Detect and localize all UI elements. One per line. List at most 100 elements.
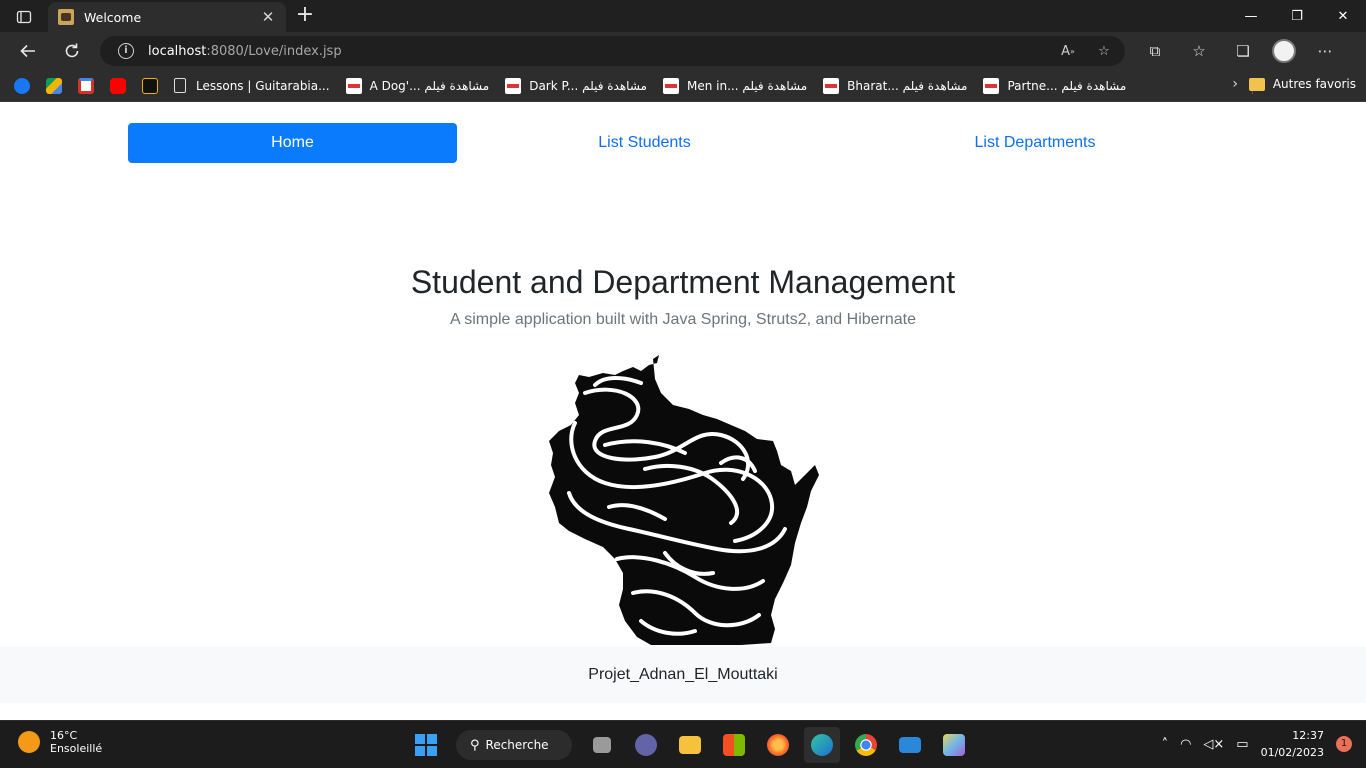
new-tab-button[interactable]: +: [292, 4, 318, 28]
refresh-icon: [65, 43, 79, 58]
start-button[interactable]: [408, 727, 444, 763]
back-arrow-icon: [20, 44, 35, 58]
folder-icon: [1248, 77, 1265, 91]
bookmarks-bar: Lessons | Guitarabia... A Dog'... مشاهدة…: [0, 70, 1366, 102]
wifi-icon[interactable]: ◠: [1180, 737, 1191, 752]
page-content: Home List Students List Departments Stud…: [0, 103, 1366, 720]
site-favicon-icon: [823, 77, 840, 94]
windows-taskbar: 16°C Ensoleillé ⚲ Recherche ˄ ◠ ◁× ▭ 12:…: [0, 720, 1366, 768]
mail-icon: [899, 737, 921, 753]
nav-list-students-link[interactable]: List Students: [457, 123, 832, 163]
google-drive-icon[interactable]: [46, 77, 62, 94]
bookmark-label: A Dog'... مشاهدة فيلم: [369, 78, 490, 93]
chat-icon: [635, 734, 657, 756]
browser-tab-bar: Welcome ✕ + — ❐ ✕: [0, 0, 1366, 32]
minimize-button[interactable]: —: [1228, 0, 1274, 32]
chrome-icon: [855, 734, 877, 756]
edge-button[interactable]: [804, 727, 840, 763]
bookmark-label: Dark P... مشاهدة فيلم: [529, 78, 647, 93]
site-favicon-icon: [505, 77, 522, 94]
clock-date: 01/02/2023: [1260, 746, 1324, 759]
read-aloud-icon[interactable]: A»: [1057, 40, 1079, 62]
page-subtitle: A simple application built with Java Spr…: [449, 311, 917, 328]
folder-icon: [679, 736, 701, 754]
app-cube-button[interactable]: [936, 727, 972, 763]
wisconsin-map-image: [545, 353, 825, 647]
weather-condition: Ensoleillé: [50, 742, 103, 755]
bookmark-item[interactable]: Men in... مشاهدة فيلم: [662, 77, 808, 94]
bookmark-item[interactable]: Lessons | Guitarabia...: [174, 78, 330, 93]
page-icon: [174, 78, 186, 93]
firefox-button[interactable]: [760, 727, 796, 763]
weather-temperature: 16°C: [50, 729, 78, 742]
gmail-icon[interactable]: [78, 77, 94, 94]
add-favorite-icon[interactable]: ☆: [1093, 40, 1115, 62]
chevron-up-icon[interactable]: ˄: [1162, 737, 1169, 752]
refresh-button[interactable]: [56, 36, 88, 66]
extensions-icon[interactable]: ⧉: [1140, 36, 1170, 66]
bookmark-item[interactable]: Partne... مشاهدة فيلم: [983, 77, 1127, 94]
clock-time: 12:37: [1292, 729, 1324, 742]
site-info-icon[interactable]: i: [118, 43, 134, 59]
cube-icon: [943, 734, 965, 756]
page-title: Student and Department Management: [410, 264, 956, 300]
site-favicon-icon: [983, 77, 1000, 94]
task-view-icon: [593, 737, 611, 753]
file-explorer-button[interactable]: [672, 727, 708, 763]
browser-tab[interactable]: Welcome ✕: [48, 2, 286, 32]
bookmark-item[interactable]: A Dog'... مشاهدة فيلم: [345, 77, 490, 94]
back-button[interactable]: [12, 36, 44, 66]
other-bookmarks-folder[interactable]: Autres favoris: [1248, 77, 1356, 91]
search-label: Recherche: [485, 738, 549, 752]
taskbar-apps: ⚲ Recherche: [408, 727, 972, 763]
store-icon: [723, 734, 745, 756]
sun-icon: [18, 731, 40, 753]
nav-home-link[interactable]: Home: [128, 123, 457, 163]
tab-actions-button[interactable]: [10, 6, 38, 28]
address-bar[interactable]: i localhost:8080/Love/index.jsp A» ☆: [100, 36, 1125, 66]
url-path: :8080/Love/index.jsp: [206, 43, 342, 59]
taskbar-search[interactable]: ⚲ Recherche: [456, 730, 572, 760]
mail-button[interactable]: [892, 727, 928, 763]
bookmark-label: Lessons | Guitarabia...: [196, 78, 330, 93]
page-footer: Projet_Adnan_El_Mouttaki: [0, 647, 1366, 703]
weather-widget[interactable]: 16°C Ensoleillé: [18, 729, 102, 755]
firefox-icon: [767, 734, 789, 756]
edge-icon: [811, 734, 833, 756]
chevron-right-icon[interactable]: ›: [1232, 76, 1238, 92]
close-window-button[interactable]: ✕: [1320, 0, 1366, 32]
youtube-icon[interactable]: [110, 77, 126, 94]
profile-avatar[interactable]: [1272, 39, 1296, 63]
system-tray: ˄ ◠ ◁× ▭ 12:37 01/02/2023 1: [1162, 727, 1352, 761]
favorites-icon[interactable]: ☆: [1184, 36, 1214, 66]
bookmark-label: Partne... مشاهدة فيلم: [1007, 78, 1127, 93]
teams-chat-button[interactable]: [628, 727, 664, 763]
bookmark-item[interactable]: Bharat... مشاهدة فيلم: [823, 77, 968, 94]
tab-title: Welcome: [84, 9, 142, 25]
main-nav: Home List Students List Departments: [128, 123, 1238, 163]
chrome-button[interactable]: [848, 727, 884, 763]
map-illustration: [549, 355, 819, 645]
restore-button[interactable]: ❐: [1274, 0, 1320, 32]
volume-muted-icon[interactable]: ◁×: [1203, 737, 1224, 752]
task-view-button[interactable]: [584, 727, 620, 763]
bookmark-label: Men in... مشاهدة فيلم: [686, 78, 808, 93]
store-button[interactable]: [716, 727, 752, 763]
site-favicon-icon: [345, 77, 362, 94]
nav-list-departments-link[interactable]: List Departments: [832, 123, 1238, 163]
more-menu-icon[interactable]: ⋯: [1310, 36, 1340, 66]
collections-icon[interactable]: ❏: [1228, 36, 1258, 66]
bookmark-label: Bharat... مشاهدة فيلم: [847, 78, 968, 93]
facebook-icon[interactable]: [14, 77, 30, 94]
notification-badge[interactable]: 1: [1336, 736, 1352, 752]
g-app-icon[interactable]: [142, 77, 158, 94]
other-bookmarks-label: Autres favoris: [1272, 77, 1356, 91]
tab-close-icon[interactable]: ✕: [260, 8, 276, 26]
windows-logo-icon: [415, 734, 437, 756]
clock[interactable]: 12:37 01/02/2023: [1261, 727, 1324, 761]
site-favicon-icon: [662, 77, 679, 94]
tab-favicon-icon: [58, 9, 74, 25]
battery-icon[interactable]: ▭: [1236, 737, 1248, 752]
bookmark-item[interactable]: Dark P... مشاهدة فيلم: [505, 77, 647, 94]
window-controls: — ❐ ✕: [1228, 0, 1366, 32]
